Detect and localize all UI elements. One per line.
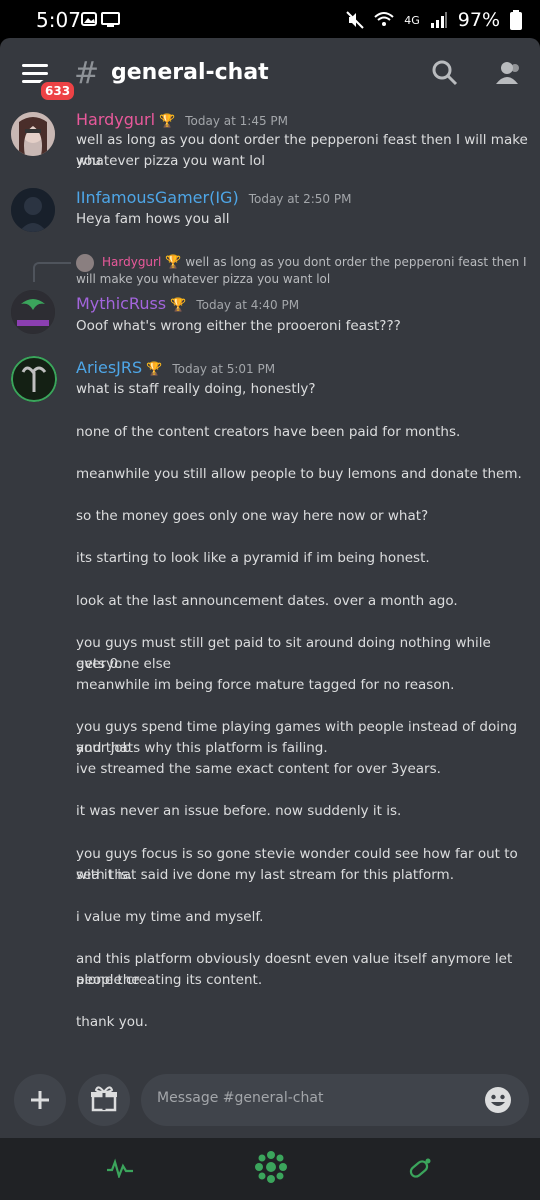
message-line: and thats why this platform is failing. <box>76 740 328 756</box>
message-line: it was never an issue before. now sudden… <box>76 803 402 819</box>
channel-header: 633 # general-chat <box>0 38 540 108</box>
message-line: what is staff really doing, honestly? <box>76 381 316 397</box>
message-line: look at the last announcement dates. ove… <box>76 593 458 609</box>
community-icon[interactable] <box>254 1150 288 1184</box>
gift-button[interactable] <box>78 1074 130 1126</box>
wifi-icon <box>374 12 394 26</box>
message-timestamp: Today at 2:50 PM <box>248 192 352 206</box>
bottom-navigation <box>0 1138 540 1200</box>
message-line: Ooof what's wrong either the prooeroni f… <box>76 318 401 334</box>
message-timestamp: Today at 1:45 PM <box>185 114 289 128</box>
status-left-icons <box>80 11 124 33</box>
message-line: its starting to look like a pyramid if i… <box>76 550 430 566</box>
channel-title: general-chat <box>111 60 269 85</box>
screen-icon <box>101 12 120 25</box>
trophy-icon: 🏆 <box>170 298 187 313</box>
search-icon[interactable] <box>432 60 458 86</box>
network-label: 4G <box>404 13 420 27</box>
message-line: gets 0. <box>76 656 123 672</box>
message-line: none of the content creators have been p… <box>76 424 461 440</box>
avatar[interactable] <box>11 188 55 232</box>
status-time: 5:07 <box>36 8 81 32</box>
trophy-icon: 🏆 <box>165 255 182 270</box>
message-timestamp: Today at 5:01 PM <box>172 362 276 376</box>
message-line: meanwhile im being force mature tagged f… <box>76 677 455 693</box>
mute-icon <box>346 11 364 29</box>
reply-preview[interactable]: Hardygurl 🏆 well as long as you dont orde… <box>76 254 528 287</box>
message-timestamp: Today at 4:40 PM <box>196 298 300 312</box>
message-line: people creating its content. <box>76 972 263 988</box>
message-line: i value my time and myself. <box>76 909 264 925</box>
message-author[interactable]: IInfamousGamer(IG) Today at 2:50 PM <box>76 188 351 207</box>
message-input-placeholder: Message #general-chat <box>157 1090 324 1106</box>
avatar[interactable] <box>11 356 57 402</box>
activity-icon[interactable] <box>106 1158 134 1178</box>
battery-percent: 97% <box>457 9 500 31</box>
trophy-icon: 🏆 <box>159 114 176 129</box>
message-input[interactable]: Message #general-chat <box>141 1074 529 1126</box>
message-line: ive streamed the same exact content for … <box>76 761 441 777</box>
message-line: so the money goes only one way here now … <box>76 508 429 524</box>
avatar[interactable] <box>11 112 55 156</box>
emoji-icon[interactable] <box>484 1086 512 1114</box>
message-line: with that said ive done my last stream f… <box>76 867 454 883</box>
avatar[interactable] <box>11 290 55 334</box>
channel-hash-icon: # <box>74 56 100 91</box>
message-author[interactable]: Hardygurl 🏆 Today at 1:45 PM <box>76 110 288 129</box>
message-line: whatever pizza you want lol <box>76 153 265 169</box>
message-composer: Message #general-chat <box>0 1074 540 1138</box>
chat-window: 633 # general-chat Hardygurl 🏆 Today at 1:… <box>0 38 540 1138</box>
reply-connector <box>33 262 71 282</box>
message-author[interactable]: AriesJRS 🏆 Today at 5:01 PM <box>76 358 275 377</box>
signal-icon <box>430 12 447 28</box>
status-bar: 5:07 4G 97% <box>0 0 540 40</box>
status-right: 4G 97% <box>346 9 522 31</box>
members-icon[interactable] <box>494 60 522 86</box>
message-line: thank you. <box>76 1014 148 1030</box>
trophy-icon: 🏆 <box>146 362 163 377</box>
add-attachment-button[interactable] <box>14 1074 66 1126</box>
battery-icon <box>510 10 522 30</box>
message-author[interactable]: MythicRuss 🏆 Today at 4:40 PM <box>76 294 299 313</box>
nitro-icon[interactable] <box>408 1156 434 1180</box>
unread-badge: 633 <box>38 79 78 103</box>
plus-icon <box>31 1091 49 1109</box>
message-line: meanwhile you still allow people to buy … <box>76 466 522 482</box>
gift-icon <box>91 1086 117 1112</box>
message-line: Heya fam hows you all <box>76 211 230 227</box>
